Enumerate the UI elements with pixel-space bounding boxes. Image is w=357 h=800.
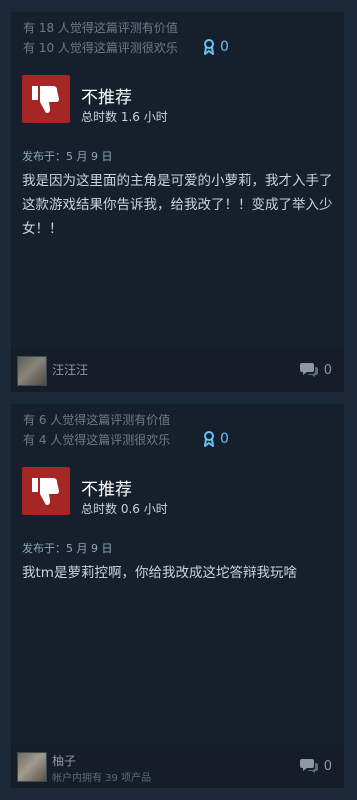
thumbs-down-icon (22, 75, 70, 123)
playtime-hours: 总时数 1.6 小时 (81, 110, 168, 124)
award-button[interactable]: 0 (203, 431, 229, 447)
playtime-hours: 总时数 0.6 小时 (81, 502, 168, 516)
review-footer: 汪汪汪 0 (11, 348, 344, 392)
comment-count: 0 (323, 362, 332, 378)
review-footer: 柚子 帐户内拥有 39 项产品 0 (11, 744, 344, 788)
posted-date: 发布于：5 月 9 日 (22, 150, 113, 163)
review-card: 有 18 人觉得这篇评测有价值 有 10 人觉得这篇评测很欢乐 0 不推荐 总时… (11, 12, 344, 392)
funny-count: 有 10 人觉得这篇评测很欢乐 (23, 41, 178, 55)
comments-button[interactable]: 0 (299, 362, 332, 378)
award-icon (204, 39, 214, 55)
author-name[interactable]: 汪汪汪 (52, 361, 88, 378)
comment-count: 0 (323, 758, 332, 774)
recommendation-title[interactable]: 不推荐 (81, 475, 132, 500)
award-icon (204, 431, 214, 447)
posted-date: 发布于：5 月 9 日 (22, 542, 113, 555)
award-count: 0 (220, 431, 229, 447)
comment-icon (299, 759, 318, 773)
review-text: 我tm是萝莉控啊，你给我改成这坨答辩我玩啥 (22, 565, 297, 581)
products-owned[interactable]: 帐户内拥有 39 项产品 (52, 769, 151, 784)
avatar[interactable] (17, 356, 47, 386)
author-name[interactable]: 柚子 (52, 752, 76, 769)
thumbs-down-icon (22, 467, 70, 515)
review-card: 有 6 人觉得这篇评测有价值 有 4 人觉得这篇评测很欢乐 0 不推荐 总时数 … (11, 404, 344, 788)
award-count: 0 (220, 39, 229, 55)
recommendation-title[interactable]: 不推荐 (81, 83, 132, 108)
comments-button[interactable]: 0 (299, 758, 332, 774)
funny-count: 有 4 人觉得这篇评测很欢乐 (23, 433, 171, 447)
award-button[interactable]: 0 (203, 39, 229, 55)
avatar[interactable] (17, 752, 47, 782)
helpful-count: 有 18 人觉得这篇评测有价值 (23, 21, 178, 35)
helpful-count: 有 6 人觉得这篇评测有价值 (23, 413, 171, 427)
comment-icon (299, 363, 318, 377)
review-text: 我是因为这里面的主角是可爱的小萝莉，我才入手了这款游戏结果你告诉我，给我改了！！… (22, 173, 333, 237)
